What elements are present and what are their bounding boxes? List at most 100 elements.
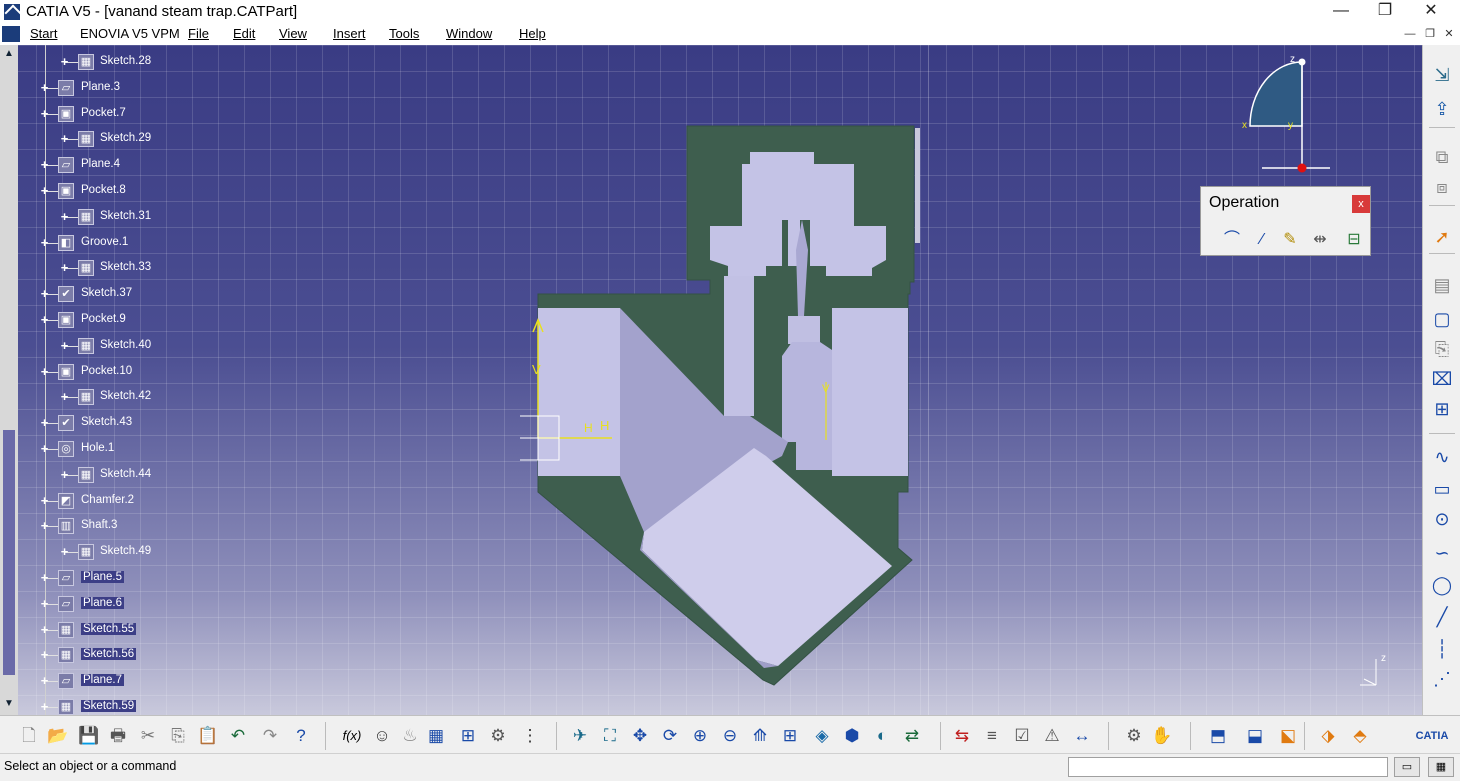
construction-icon[interactable]: ⎘ (1430, 337, 1454, 361)
catia-menu-logo-icon[interactable] (2, 26, 20, 42)
table-icon[interactable]: ▦ (424, 724, 448, 748)
operation-toolbar[interactable]: Operation x ⌒ ⁄ ✎ ⇹ ⊟ (1200, 186, 1371, 256)
grid-icon[interactable]: ▤ (1430, 273, 1454, 297)
profile-icon[interactable]: ∿ (1430, 445, 1454, 469)
shading-icon[interactable]: ⬢ (840, 724, 864, 748)
open-icon[interactable]: 📂 (46, 724, 70, 748)
explode-icon[interactable]: ⬗ (1316, 724, 1340, 748)
menu-file[interactable]: File (188, 26, 209, 41)
status-button-2[interactable]: ▦ (1428, 757, 1454, 777)
tree-item[interactable]: + ▱ Plane.7 (0, 672, 170, 692)
cut-icon[interactable]: ✂ (136, 724, 160, 748)
tree-item[interactable]: + ▱ Plane.5 (0, 569, 170, 589)
project-3d-icon[interactable]: ⊟ (1343, 229, 1365, 251)
fly-icon[interactable]: ✈ (568, 724, 592, 748)
whats-this-icon[interactable]: ? (289, 724, 313, 748)
formula-icon[interactable]: f(x) (340, 724, 364, 748)
new-icon[interactable]: 🗋 (17, 724, 41, 748)
tree-item[interactable]: + ▱ Plane.4 (0, 156, 170, 176)
copy-props-icon[interactable]: ⧉ (1430, 145, 1454, 169)
tree-item[interactable]: + ✔ Sketch.43 (0, 414, 170, 434)
tree-item[interactable]: + ▦ Sketch.29 (0, 130, 170, 150)
tree-expand-icon[interactable]: + (39, 184, 50, 197)
menu-edit[interactable]: Edit (233, 26, 255, 41)
pan-icon[interactable]: ✥ (628, 724, 652, 748)
iso-view-icon[interactable]: ◈ (810, 724, 834, 748)
tree-item[interactable]: + ▣ Pocket.9 (0, 311, 170, 331)
select-arrow-icon[interactable]: ➚ (1430, 225, 1454, 249)
tree-item[interactable]: + ▦ Sketch.44 (0, 466, 170, 486)
tree-item[interactable]: + ▦ Sketch.55 (0, 621, 170, 641)
rotate-icon[interactable]: ⟳ (658, 724, 682, 748)
tree-expand-icon[interactable]: + (39, 416, 50, 429)
tree-item[interactable]: + ▥ Shaft.3 (0, 517, 170, 537)
tree-expand-icon[interactable]: + (39, 700, 50, 713)
tree-expand-icon[interactable]: + (39, 623, 50, 636)
tree-expand-icon[interactable]: + (39, 571, 50, 584)
command-input[interactable] (1068, 757, 1388, 777)
menu-insert[interactable]: Insert (333, 26, 366, 41)
multi-view-icon[interactable]: ⊞ (778, 724, 802, 748)
zoom-out-icon[interactable]: ⊖ (718, 724, 742, 748)
paste-props-icon[interactable]: ⧈ (1430, 175, 1454, 199)
tree-item[interactable]: + ▦ Sketch.31 (0, 208, 170, 228)
sketch-solving-icon[interactable]: ⚠ (1040, 724, 1064, 748)
menu-tools[interactable]: Tools (389, 26, 419, 41)
tree-expand-icon[interactable]: + (39, 442, 50, 455)
corner-icon[interactable]: ⌒ (1221, 229, 1243, 251)
exit-sketch-icon[interactable]: ⇲ (1430, 63, 1454, 87)
doc-minimize-button[interactable]: — (1403, 27, 1417, 41)
3d-viewport[interactable]: ▲ ▼ + ▦ Sketch.28 + ▱ Plane.3 + ▣ Pocket.7 + ▦ Sket… (0, 45, 1422, 715)
tree-item[interactable]: + ◧ Groove.1 (0, 234, 170, 254)
doc-close-button[interactable]: ✕ (1442, 27, 1456, 41)
tree-item[interactable]: + ▱ Plane.3 (0, 79, 170, 99)
tree-expand-icon[interactable]: + (59, 468, 70, 481)
tree-item[interactable]: + ▦ Sketch.40 (0, 337, 170, 357)
save-icon[interactable]: 💾 (77, 724, 101, 748)
tree-expand-icon[interactable]: + (59, 545, 70, 558)
tree-item[interactable]: + ▦ Sketch.28 (0, 53, 170, 73)
compass-widget[interactable]: z x y (1240, 50, 1340, 175)
trim-eraser-icon[interactable]: ✎ (1279, 229, 1301, 251)
fit-all-icon[interactable]: ⛶ (598, 724, 622, 748)
tree-item[interactable]: + ▣ Pocket.7 (0, 105, 170, 125)
compass-red-point[interactable] (1297, 163, 1307, 173)
tree-expand-icon[interactable]: + (39, 107, 50, 120)
line-icon[interactable]: ╱ (1430, 605, 1454, 629)
menu-help[interactable]: Help (519, 26, 546, 41)
menu-start[interactable]: Start (30, 26, 57, 41)
circle-icon[interactable]: ◯ (1430, 573, 1454, 597)
tree-expand-icon[interactable]: + (39, 519, 50, 532)
tree-expand-icon[interactable]: + (39, 597, 50, 610)
menu-enovia[interactable]: ENOVIA V5 VPM (80, 26, 180, 41)
mirror-icon[interactable]: ⇹ (1309, 229, 1331, 251)
tree-item[interactable]: + ✔ Sketch.37 (0, 285, 170, 305)
undo-icon[interactable]: ↶ (226, 724, 250, 748)
constraint-analysis-icon[interactable]: ⇆ (950, 724, 974, 748)
tree-item[interactable]: + ▣ Pocket.8 (0, 182, 170, 202)
measure-icon[interactable]: ↔ (1070, 724, 1094, 748)
tree-expand-icon[interactable]: + (39, 313, 50, 326)
tree-expand-icon[interactable]: + (59, 339, 70, 352)
tree-expand-icon[interactable]: + (59, 210, 70, 223)
hide-show-icon[interactable]: ◐ (870, 724, 894, 748)
copy-icon[interactable]: ⎘ (166, 724, 190, 748)
tree-expand-icon[interactable]: + (59, 261, 70, 274)
steam-trap-part-model[interactable]: V V H H (520, 120, 920, 690)
tree-expand-icon[interactable]: + (39, 158, 50, 171)
snap-icon[interactable]: ▢ (1430, 307, 1454, 331)
hybrid-icon[interactable]: ⬘ (1348, 724, 1372, 748)
menu-window[interactable]: Window (446, 26, 492, 41)
tools-icon[interactable]: ♨ (398, 724, 422, 748)
tree-item[interactable]: + ▣ Pocket.10 (0, 363, 170, 383)
tree-item[interactable]: + ▦ Sketch.49 (0, 543, 170, 563)
tree-item[interactable]: + ▦ Sketch.59 (0, 698, 170, 715)
redo-icon[interactable]: ↷ (258, 724, 282, 748)
sketch-positioned-icon[interactable]: ⬓ (1243, 724, 1267, 748)
paste-icon[interactable]: 📋 (196, 724, 220, 748)
tree-expand-icon[interactable]: + (59, 55, 70, 68)
axis-icon[interactable]: ┆ (1430, 637, 1454, 661)
rectangle-icon[interactable]: ▭ (1430, 477, 1454, 501)
knowledge-icon[interactable]: ☺ (370, 724, 394, 748)
minimize-button[interactable]: — (1318, 0, 1364, 24)
